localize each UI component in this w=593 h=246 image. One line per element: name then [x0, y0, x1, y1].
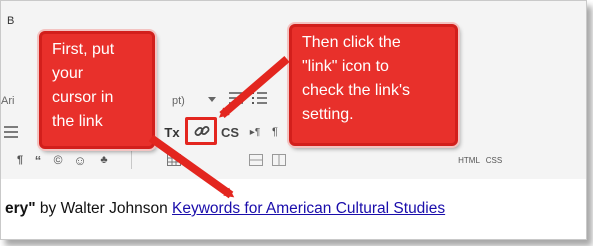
editor-window: B Ari pt) Tx CS ▸¶ ¶ ¶ “ © ☺ ♣ HTML CSS …: [0, 0, 587, 240]
arrow-to-link-text: [148, 134, 235, 199]
annotation-arrows: [148, 55, 290, 199]
arrow-to-link-icon: [218, 55, 290, 119]
